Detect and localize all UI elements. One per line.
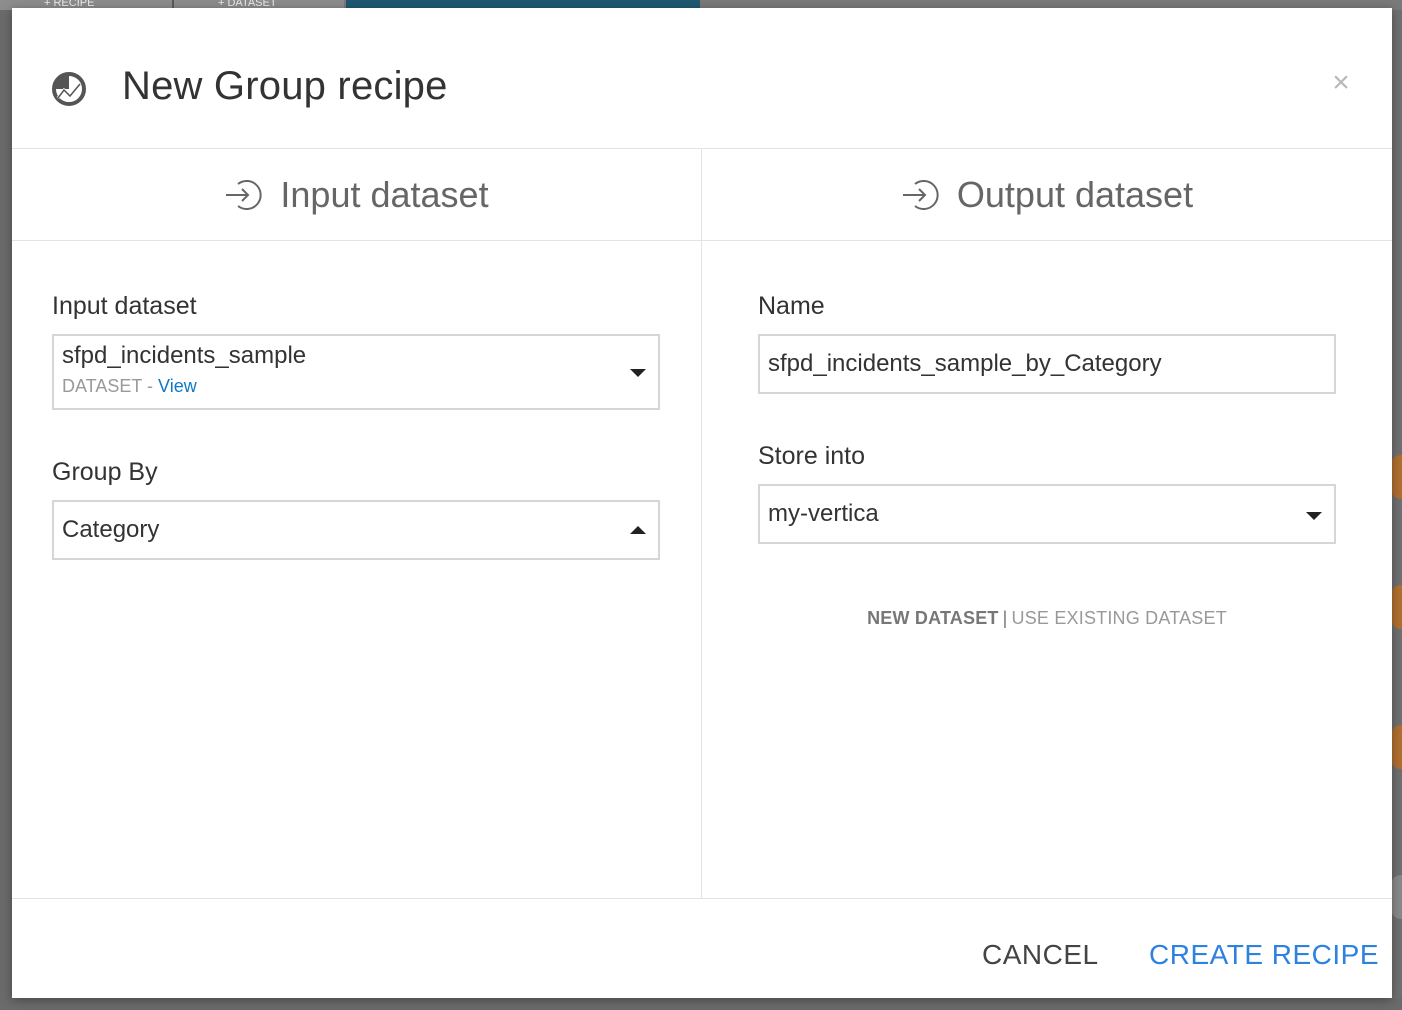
store-into-label: Store into (758, 442, 866, 470)
output-section-heading: Output dataset (702, 149, 1392, 241)
dialog-title: New Group recipe (122, 64, 448, 108)
dataset-mode-toggle: NEW DATASET | USE EXISTING DATASET (702, 608, 1392, 629)
dialog-header: New Group recipe × (12, 8, 1392, 149)
cancel-button[interactable]: CANCEL (982, 939, 1099, 971)
background-bottom (0, 998, 1402, 1010)
view-dataset-link[interactable]: View (158, 376, 197, 396)
background-node-3 (1391, 725, 1402, 769)
background-node-2 (1391, 585, 1402, 629)
mode-separator: | (1002, 608, 1008, 628)
chevron-down-icon (1306, 512, 1322, 520)
store-into-select[interactable]: my-vertica (758, 484, 1336, 544)
group-by-select[interactable]: Category (52, 500, 660, 560)
new-group-recipe-dialog: New Group recipe × Input dataset Output … (12, 8, 1392, 998)
store-into-value: my-vertica (768, 500, 879, 527)
background-right-panel (1392, 10, 1402, 1010)
input-dataset-select[interactable]: sfpd_incidents_sample DATASET - View (52, 334, 660, 410)
input-section-title: Input dataset (280, 173, 489, 215)
close-button[interactable]: × (1326, 68, 1356, 98)
arrow-in-icon (226, 179, 262, 210)
output-name-value: sfpd_incidents_sample_by_Category (768, 350, 1162, 377)
arrow-in-icon (902, 179, 939, 210)
chevron-up-icon (630, 526, 646, 534)
output-name-label: Name (758, 292, 825, 320)
chevron-down-icon (630, 369, 646, 377)
dialog-footer: CANCEL CREATE RECIPE (12, 898, 1392, 999)
input-section-heading: Input dataset (12, 149, 701, 241)
input-dataset-value: sfpd_incidents_sample (62, 342, 307, 369)
output-name-input[interactable]: sfpd_incidents_sample_by_Category (758, 334, 1336, 394)
input-dataset-label: Input dataset (52, 292, 197, 320)
create-recipe-button[interactable]: CREATE RECIPE (1149, 939, 1379, 971)
group-by-label: Group By (52, 458, 158, 486)
new-dataset-option[interactable]: NEW DATASET (867, 608, 999, 628)
output-section-title: Output dataset (956, 173, 1194, 215)
column-divider (701, 149, 702, 898)
dataset-type-label: DATASET (62, 376, 143, 396)
dataset-meta-separator: - (142, 376, 159, 396)
background-node-4 (1391, 875, 1402, 919)
use-existing-dataset-option[interactable]: USE EXISTING DATASET (1012, 608, 1227, 628)
input-dataset-meta: DATASET - View (62, 376, 197, 397)
background-node-1 (1391, 455, 1402, 499)
recipe-group-icon (52, 72, 86, 106)
group-by-value: Category (62, 516, 160, 543)
